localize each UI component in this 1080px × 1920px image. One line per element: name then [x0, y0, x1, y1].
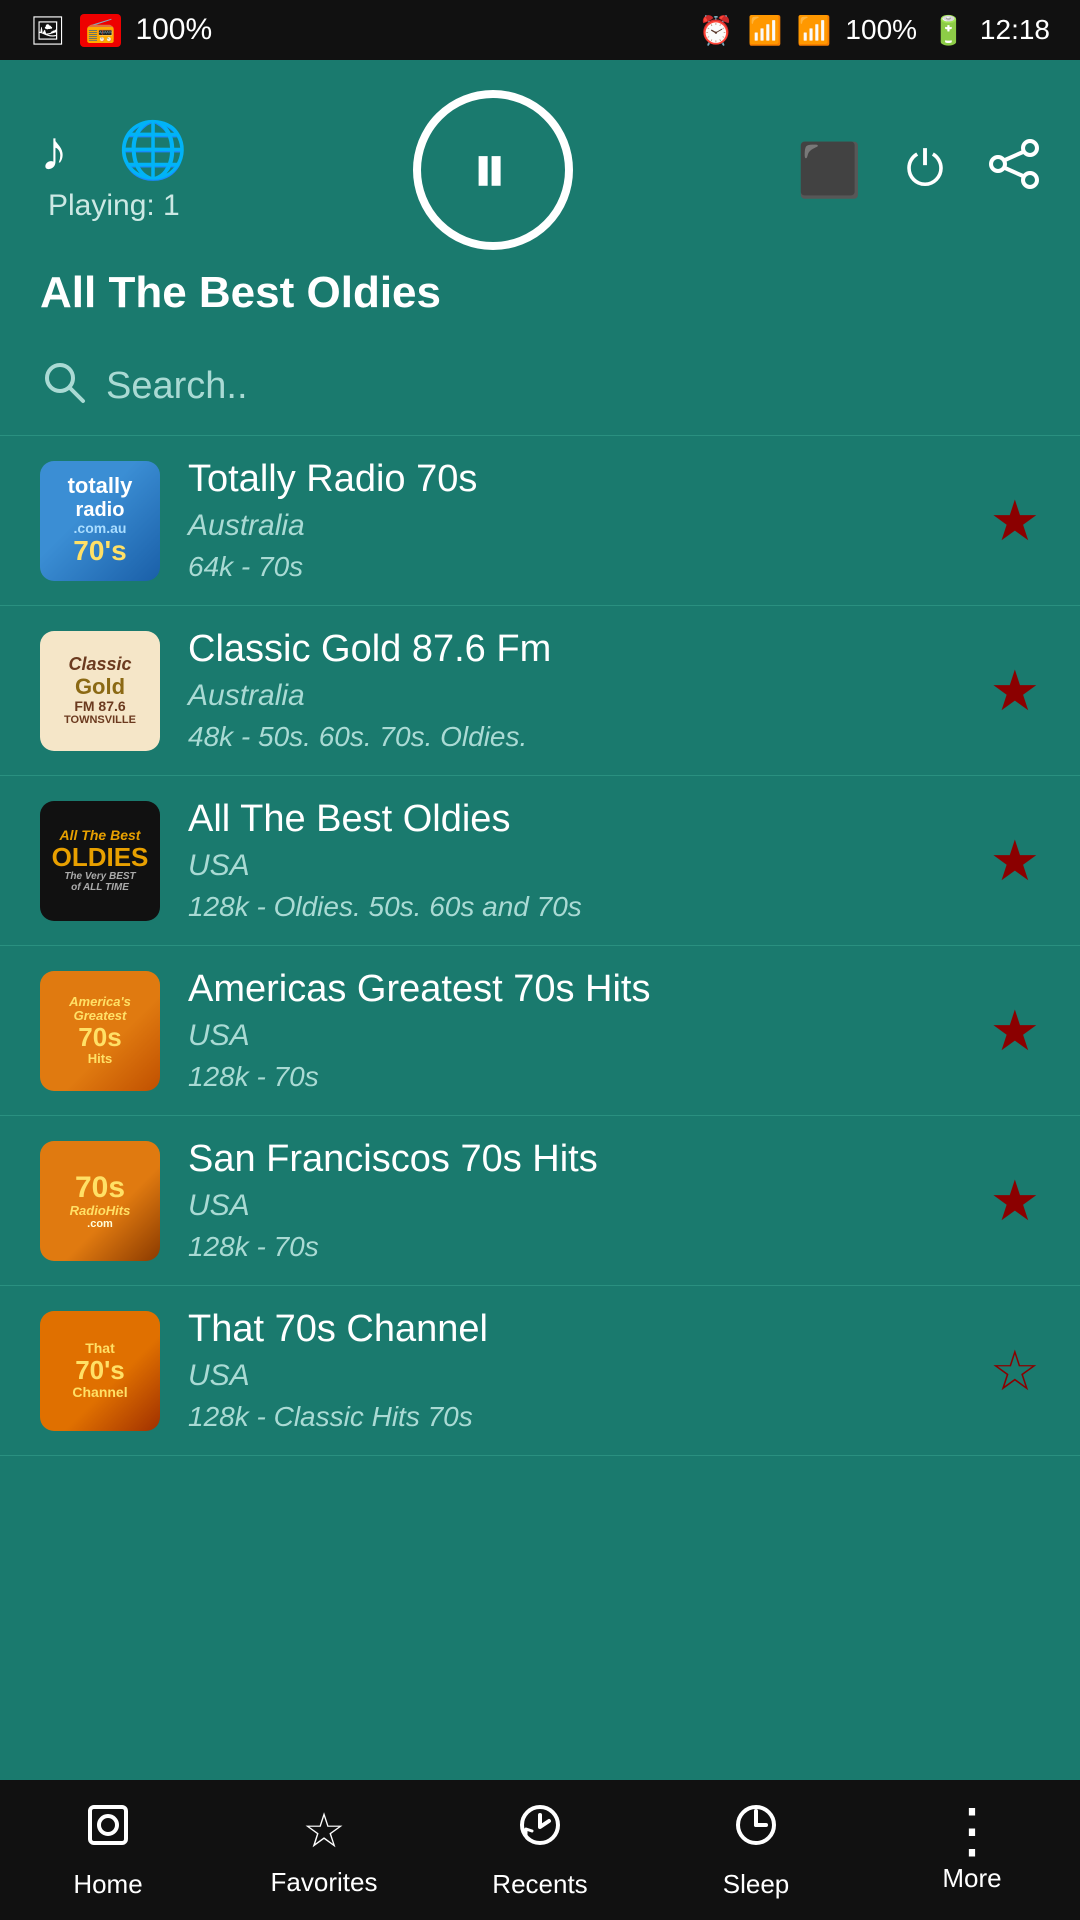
- nav-recents[interactable]: Recents: [432, 1780, 648, 1920]
- player-area: ♪ 🌐 Playing: 1 ⏸ ⬛ ⏻ All The B: [0, 60, 1080, 338]
- search-icon: [40, 358, 86, 415]
- station-country: USA: [188, 1189, 962, 1223]
- nav-home[interactable]: Home: [0, 1780, 216, 1920]
- nav-favorites-label: Favorites: [271, 1867, 378, 1898]
- station-info: Totally Radio 70s Australia 64k - 70s: [188, 458, 962, 583]
- nav-more-label: More: [942, 1863, 1001, 1894]
- station-country: USA: [188, 849, 962, 883]
- player-right: ⬛ ⏻: [797, 138, 1040, 202]
- alarm-icon: ⏰: [699, 14, 734, 47]
- station-country: USA: [188, 1359, 962, 1393]
- music-note-icon[interactable]: ♪: [40, 118, 68, 183]
- battery-percent: 100%: [845, 14, 917, 46]
- bottom-nav: Home ☆ Favorites Recents Sleep ⋮ More: [0, 1780, 1080, 1920]
- favorite-button[interactable]: ★: [990, 1168, 1040, 1234]
- battery-icon: 🔋: [931, 14, 966, 47]
- station-logo: That 70's Channel: [40, 1311, 160, 1431]
- search-bar: [0, 338, 1080, 436]
- pause-button[interactable]: ⏸: [413, 90, 573, 250]
- favorites-icon: ☆: [302, 1803, 345, 1859]
- station-item[interactable]: America's Greatest 70s Hits Americas Gre…: [0, 946, 1080, 1116]
- status-bar: 🖼 📻 100% ⏰ 📶 📶 100% 🔋 12:18: [0, 0, 1080, 60]
- station-logo: 70s RadioHits .com: [40, 1141, 160, 1261]
- status-right: ⏰ 📶 📶 100% 🔋 12:18: [699, 14, 1050, 47]
- power-button[interactable]: ⏻: [906, 142, 944, 198]
- station-item[interactable]: That 70's Channel That 70s Channel USA 1…: [0, 1286, 1080, 1456]
- station-meta: 128k - 70s: [188, 1231, 962, 1263]
- search-input[interactable]: [106, 365, 1040, 408]
- signal-count: 100%: [135, 13, 212, 47]
- now-playing-title: All The Best Oldies: [40, 268, 441, 318]
- recents-icon: [516, 1801, 564, 1861]
- station-info: All The Best Oldies USA 128k - Oldies. 5…: [188, 798, 962, 923]
- station-item[interactable]: 70s RadioHits .com San Franciscos 70s Hi…: [0, 1116, 1080, 1286]
- station-name: Classic Gold 87.6 Fm: [188, 628, 962, 671]
- status-left: 🖼 📻 100%: [30, 13, 212, 47]
- station-country: Australia: [188, 509, 962, 543]
- more-icon: ⋮: [942, 1807, 1002, 1855]
- favorite-button[interactable]: ☆: [990, 1338, 1040, 1404]
- home-icon: [84, 1801, 132, 1861]
- nav-sleep[interactable]: Sleep: [648, 1780, 864, 1920]
- station-meta: 128k - Oldies. 50s. 60s and 70s: [188, 891, 962, 923]
- station-logo: America's Greatest 70s Hits: [40, 971, 160, 1091]
- signal-bars-icon: 📶: [797, 14, 832, 47]
- favorite-button[interactable]: ★: [990, 488, 1040, 554]
- favorite-button[interactable]: ★: [990, 998, 1040, 1064]
- station-name: Totally Radio 70s: [188, 458, 962, 501]
- globe-icon[interactable]: 🌐: [118, 117, 188, 183]
- wifi-icon: 📶: [748, 14, 783, 47]
- station-meta: 64k - 70s: [188, 551, 962, 583]
- radio-app-icon: 📻: [80, 14, 122, 47]
- favorite-button[interactable]: ★: [990, 658, 1040, 724]
- station-item[interactable]: Classic Gold FM 87.6 TOWNSVILLE Classic …: [0, 606, 1080, 776]
- photo-icon: 🖼: [30, 14, 66, 47]
- playing-label: Playing: 1: [48, 189, 180, 223]
- station-country: Australia: [188, 679, 962, 713]
- station-country: USA: [188, 1019, 962, 1053]
- station-name: San Franciscos 70s Hits: [188, 1138, 962, 1181]
- favorite-button[interactable]: ★: [990, 828, 1040, 894]
- station-meta: 128k - 70s: [188, 1061, 962, 1093]
- station-logo: totally radio .com.au 70's: [40, 461, 160, 581]
- station-item[interactable]: All The Best OLDIES The Very BEST of ALL…: [0, 776, 1080, 946]
- clock-display: 12:18: [980, 14, 1050, 46]
- share-button[interactable]: [988, 138, 1040, 202]
- pause-icon: ⏸: [471, 128, 513, 212]
- station-logo: All The Best OLDIES The Very BEST of ALL…: [40, 801, 160, 921]
- station-meta: 128k - Classic Hits 70s: [188, 1401, 962, 1433]
- player-controls-row: ♪ 🌐 Playing: 1 ⏸ ⬛ ⏻: [40, 90, 1040, 250]
- nav-recents-label: Recents: [492, 1869, 587, 1900]
- station-name: That 70s Channel: [188, 1308, 962, 1351]
- station-logo: Classic Gold FM 87.6 TOWNSVILLE: [40, 631, 160, 751]
- player-left: ♪ 🌐 Playing: 1: [40, 117, 188, 223]
- sleep-icon: [732, 1801, 780, 1861]
- station-info: Americas Greatest 70s Hits USA 128k - 70…: [188, 968, 962, 1093]
- nav-favorites[interactable]: ☆ Favorites: [216, 1780, 432, 1920]
- station-info: San Franciscos 70s Hits USA 128k - 70s: [188, 1138, 962, 1263]
- station-list: totally radio .com.au 70's Totally Radio…: [0, 436, 1080, 1806]
- station-meta: 48k - 50s. 60s. 70s. Oldies.: [188, 721, 962, 753]
- stop-button[interactable]: ⬛: [797, 140, 862, 201]
- station-item[interactable]: totally radio .com.au 70's Totally Radio…: [0, 436, 1080, 606]
- nav-sleep-label: Sleep: [723, 1869, 790, 1900]
- station-name: Americas Greatest 70s Hits: [188, 968, 962, 1011]
- station-info: Classic Gold 87.6 Fm Australia 48k - 50s…: [188, 628, 962, 753]
- station-name: All The Best Oldies: [188, 798, 962, 841]
- station-info: That 70s Channel USA 128k - Classic Hits…: [188, 1308, 962, 1433]
- nav-home-label: Home: [73, 1869, 142, 1900]
- nav-more[interactable]: ⋮ More: [864, 1780, 1080, 1920]
